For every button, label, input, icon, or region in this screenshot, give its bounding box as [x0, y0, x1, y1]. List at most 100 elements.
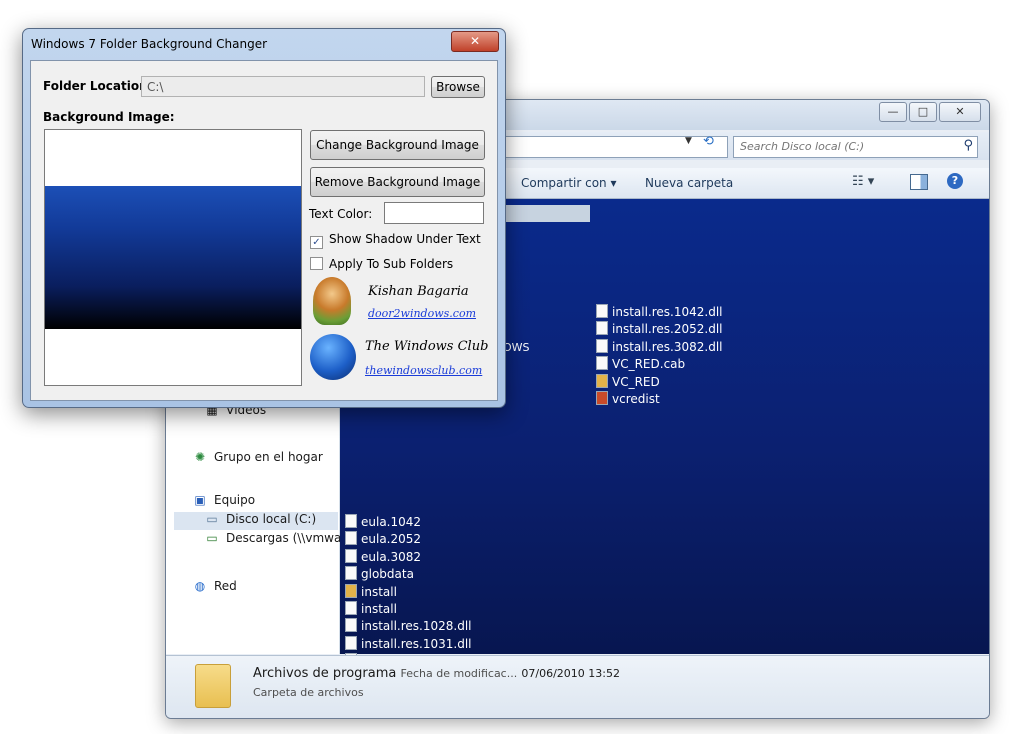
new-folder-button[interactable]: Nueva carpeta [645, 176, 733, 190]
search-box[interactable]: ⚲ [733, 136, 978, 158]
share-with-menu[interactable]: Compartir con ▾ [521, 176, 616, 190]
search-icon[interactable]: ⚲ [963, 138, 973, 153]
nav-label: Red [214, 579, 237, 593]
file-name: vcredist [612, 392, 660, 406]
file-name: install.res.1031.dll [361, 636, 472, 651]
checkbox-box [310, 257, 323, 270]
file-item[interactable]: install.res.1031.dll [345, 635, 472, 653]
file-item[interactable]: VC_RED [596, 373, 660, 391]
nav-label: Descargas (\\vmwar [226, 531, 347, 545]
file-item[interactable]: globdata [345, 566, 414, 583]
credit-name-1: Kishan Bagaria [368, 284, 469, 299]
preview-pane-icon[interactable] [910, 174, 928, 190]
network-drive-icon: ▭ [206, 531, 218, 545]
text-color-swatch[interactable] [384, 202, 484, 224]
checkbox-label: Show Shadow Under Text [329, 232, 481, 246]
details-date-label: Fecha de modificac... [400, 667, 518, 680]
image-file-icon [596, 391, 608, 405]
file-name: install [361, 584, 397, 599]
file-item[interactable]: eula.2052 [345, 531, 421, 548]
checkbox-label: Apply To Sub Folders [329, 257, 454, 271]
details-type: Carpeta de archivos [253, 686, 364, 699]
remove-background-button[interactable]: Remove Background Image [310, 167, 485, 197]
window-controls: — □ ✕ [879, 102, 981, 122]
nav-item-downloads[interactable]: ▭ Descargas (\\vmwar [204, 531, 346, 545]
homegroup-icon: ✺ [194, 450, 206, 464]
author-avatar [313, 277, 351, 325]
file-file-icon [596, 356, 608, 371]
dialog-title: Windows 7 Folder Background Changer [31, 37, 268, 51]
background-image-label: Background Image: [43, 110, 175, 124]
preview-image [45, 186, 301, 329]
background-image-preview [44, 129, 302, 386]
file-name: install.res.1042.dll [612, 305, 723, 319]
apply-sub-folders-checkbox[interactable]: Apply To Sub Folders [310, 257, 453, 271]
help-icon[interactable]: ? [947, 173, 963, 189]
nav-label: Equipo [214, 493, 256, 507]
dll-file-icon [345, 618, 357, 633]
file-name: eula.2052 [361, 532, 422, 547]
credit-link-2[interactable]: thewindowsclub.com [365, 364, 482, 377]
folder-icon [195, 664, 231, 708]
file-file-icon [345, 548, 357, 563]
file-name: install.res.2052.dll [612, 322, 723, 337]
file-name: install.res.1028.dll [361, 619, 472, 634]
details-title-row: Archivos de programa Fecha de modificac.… [253, 666, 620, 681]
file-item[interactable]: eula.1042 [345, 514, 421, 531]
nav-label: Disco local (C:) [226, 512, 317, 526]
checkbox-box: ✓ [310, 236, 323, 249]
details-date-value: 07/06/2010 13:52 [521, 667, 620, 680]
file-file-icon [345, 601, 357, 615]
file-name: eula.3082 [361, 549, 422, 564]
file-item[interactable]: install.res.1028.dll [345, 618, 472, 635]
file-item[interactable]: install.res.3082.dll [596, 338, 723, 356]
file-file-icon [345, 514, 357, 528]
dll-file-icon [345, 635, 357, 650]
credit-link-1[interactable]: door2windows.com [368, 307, 476, 320]
file-name: install [361, 602, 397, 616]
details-title: Archivos de programa [253, 666, 397, 681]
file-item[interactable]: eula.3082 [345, 548, 422, 566]
text-color-label: Text Color: [309, 207, 373, 221]
minimize-button[interactable]: — [879, 102, 907, 122]
show-shadow-checkbox[interactable]: ✓ Show Shadow Under Text [310, 232, 481, 249]
folder-location-label: Folder Location: [43, 79, 153, 93]
nav-item-computer[interactable]: ▣ Equipo [192, 493, 255, 507]
close-button[interactable]: ✕ [939, 102, 981, 122]
background-changer-dialog: Windows 7 Folder Background Changer ✕ Fo… [22, 28, 506, 408]
dialog-body: Folder Location: C:\ Browse Background I… [30, 60, 498, 401]
dialog-close-button[interactable]: ✕ [451, 31, 499, 52]
nav-item-network[interactable]: ◍ Red [192, 579, 237, 593]
drive-icon: ▭ [206, 512, 218, 526]
folder-location-field[interactable]: C:\ [141, 76, 425, 97]
dll-file-icon [596, 321, 608, 336]
address-dropdown-icon[interactable]: ▼ [685, 136, 692, 146]
network-icon: ◍ [194, 579, 206, 593]
folder-partial-label[interactable]: OWS [503, 339, 530, 356]
search-input[interactable] [734, 137, 940, 155]
computer-icon: ▣ [194, 493, 206, 507]
change-view-icon[interactable]: ☷ ▾ [852, 174, 874, 189]
dll-file-icon [596, 338, 608, 353]
nav-item-homegroup[interactable]: ✺ Grupo en el hogar [192, 450, 323, 464]
file-item[interactable]: install.res.2052.dll [596, 321, 723, 338]
file-item[interactable]: install.res.1042.dll [596, 304, 723, 321]
file-item[interactable]: VC_RED.cab [596, 356, 685, 373]
file-file-icon [345, 531, 357, 546]
file-name: VC_RED [612, 374, 660, 389]
exe-file-icon [345, 583, 357, 598]
file-item[interactable]: install [345, 583, 397, 601]
credit-name-2: The Windows Club [365, 339, 489, 354]
browse-button[interactable]: Browse [431, 76, 485, 98]
details-pane: Archivos de programa Fecha de modificac.… [166, 655, 989, 718]
windows-logo-icon [310, 334, 356, 380]
file-item[interactable]: install [345, 601, 397, 618]
file-name: VC_RED.cab [612, 357, 686, 372]
change-background-button[interactable]: Change Background Image [310, 130, 485, 160]
refresh-icon[interactable]: ⟲ [703, 134, 714, 149]
file-name: eula.1042 [361, 515, 422, 529]
nav-item-local-disk[interactable]: ▭ Disco local (C:) [174, 512, 338, 530]
maximize-button[interactable]: □ [909, 102, 937, 122]
dll-file-icon [596, 304, 608, 318]
file-item[interactable]: vcredist [596, 391, 660, 408]
